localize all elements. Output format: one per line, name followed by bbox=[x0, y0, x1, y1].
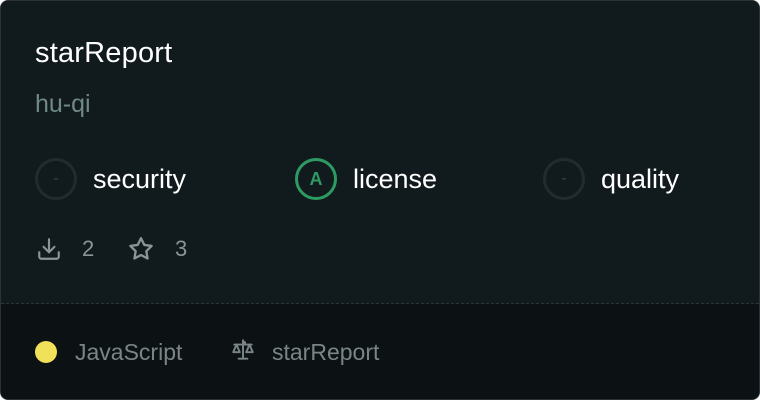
license-grade-badge: A bbox=[295, 158, 337, 200]
repo-card[interactable]: starReport hu-qi - security A license - … bbox=[0, 0, 760, 400]
license-label: license bbox=[353, 163, 438, 194]
score-license[interactable]: A license bbox=[295, 155, 437, 203]
quality-label: quality bbox=[601, 163, 680, 194]
star-icon bbox=[127, 235, 155, 263]
score-security[interactable]: - security bbox=[35, 155, 186, 203]
scale-icon bbox=[230, 337, 256, 368]
downloads-stat: 2 bbox=[36, 234, 94, 264]
stars-count: 3 bbox=[175, 236, 188, 261]
language-info: JavaScript bbox=[35, 336, 182, 368]
repo-name[interactable]: starReport bbox=[35, 37, 172, 70]
language-color-dot bbox=[35, 341, 57, 363]
download-icon bbox=[36, 236, 62, 262]
security-grade-badge: - bbox=[35, 158, 77, 200]
license-info: starReport bbox=[230, 336, 379, 368]
security-label: security bbox=[93, 163, 187, 194]
repo-owner[interactable]: hu-qi bbox=[35, 90, 91, 119]
quality-grade-badge: - bbox=[543, 158, 585, 200]
stars-stat: 3 bbox=[127, 234, 187, 264]
score-quality[interactable]: - quality bbox=[543, 155, 679, 203]
downloads-count: 2 bbox=[82, 236, 95, 261]
language-name: JavaScript bbox=[75, 338, 183, 365]
license-name: starReport bbox=[272, 338, 380, 365]
